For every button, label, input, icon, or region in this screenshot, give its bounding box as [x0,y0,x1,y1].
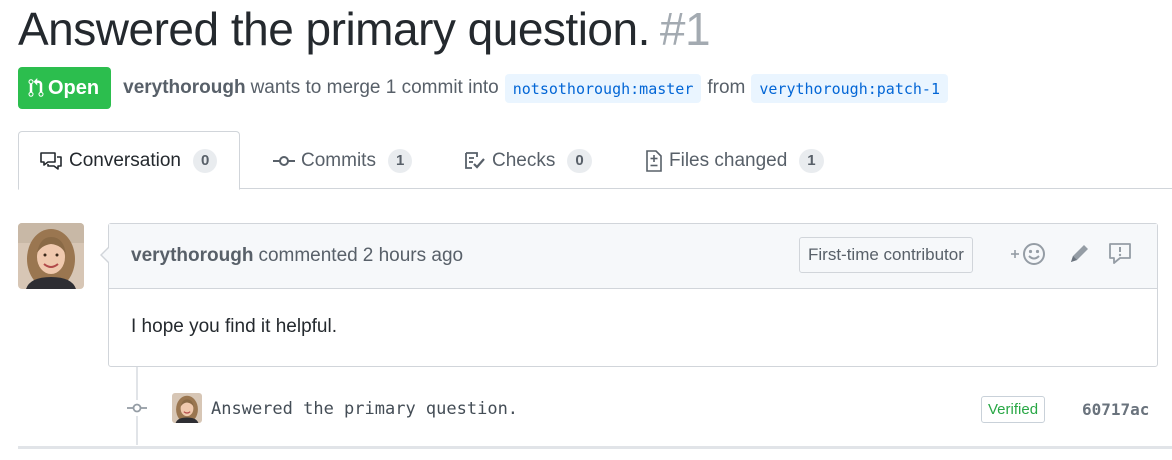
tab-counter: 0 [192,148,218,173]
tab-counter: 1 [799,148,824,173]
report-button[interactable] [1107,241,1133,267]
git-commit-icon [273,154,295,168]
first-time-contributor-badge: First-time contributor [799,237,973,273]
comment-body: I hope you find it helpful. [131,316,337,337]
commit-message-link[interactable]: Answered the primary question. [211,399,518,419]
commit-author-avatar[interactable] [172,393,202,423]
pr-meta: Open verythorough wants to merge 1 commi… [18,67,954,109]
tab-commits[interactable]: Commits 1 [273,131,413,190]
avatar[interactable] [18,223,84,289]
comment-header: verythorough commented 2 hours ago First… [109,224,1157,289]
report-icon [1109,243,1131,264]
state-badge: Open [18,67,112,109]
comment-discussion-icon [39,151,63,171]
merge-text: wants to merge 1 commit into [250,77,499,98]
tab-label: Files changed [669,149,788,171]
checklist-icon [464,151,486,171]
base-branch[interactable]: notsothorough:master [504,73,702,103]
comment-author-link[interactable]: verythorough [131,245,253,267]
tab-label: Conversation [69,149,181,171]
pr-author-link[interactable]: verythorough [123,77,245,99]
smiley-icon [1011,243,1045,265]
head-branch[interactable]: verythorough:patch-1 [751,73,948,103]
comment-time[interactable]: 2 hours ago [363,245,463,267]
git-commit-icon [127,400,147,416]
state-label: Open [48,76,100,99]
tab-files-changed[interactable]: Files changed 1 [645,131,824,190]
file-diff-icon [645,149,663,172]
tab-counter: 1 [387,148,413,173]
user-avatar-image [18,223,84,289]
tab-conversation[interactable]: Conversation 0 [18,131,241,190]
comment-action: commented [258,245,358,266]
git-pull-request-icon [28,78,44,97]
tab-label: Commits [301,149,376,171]
add-reaction-button[interactable] [1009,241,1047,267]
tab-counter: 0 [567,148,592,173]
user-avatar-image [172,393,202,423]
pr-number: #1 [659,3,711,55]
tab-checks[interactable]: Checks 0 [464,131,592,190]
divider [18,446,1172,449]
from-text: from [707,77,746,98]
tab-label: Checks [492,149,556,171]
pr-title: Answered the primary question. #1 [18,2,711,56]
comment-box: verythorough commented 2 hours ago First… [100,223,1158,367]
edit-button[interactable] [1067,241,1091,267]
verified-badge[interactable]: Verified [981,396,1046,423]
pr-title-text: Answered the primary question. [18,3,650,55]
pencil-icon [1071,245,1088,262]
commit-sha-link[interactable]: 60717ac [1082,400,1149,419]
pr-tabs: Conversation 0 Commits 1 Checks 0 Files … [18,131,1172,190]
